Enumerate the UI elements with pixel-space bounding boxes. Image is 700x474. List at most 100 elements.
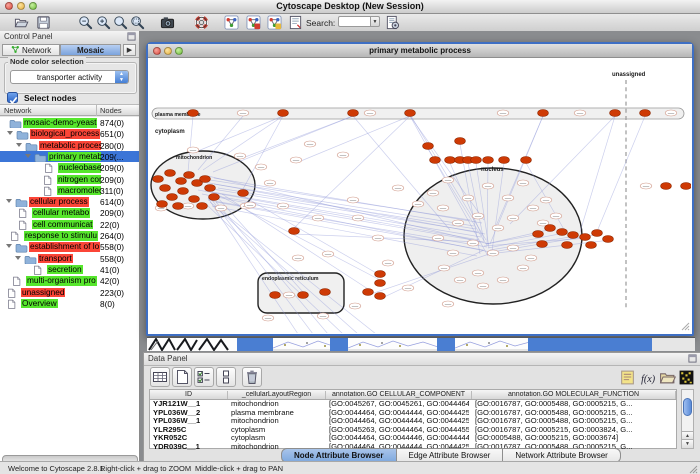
table-scrollbar[interactable]: ▲ ▼ (681, 389, 694, 449)
tree-row[interactable]: establishment of lo558(0) (0, 241, 139, 252)
graph-node-selected[interactable] (165, 170, 176, 177)
graph-node-small[interactable] (502, 195, 514, 201)
graph-node-selected[interactable] (270, 292, 281, 299)
expander-icon[interactable] (15, 256, 21, 260)
graph-node-selected[interactable] (289, 228, 300, 235)
graph-node-selected[interactable] (200, 176, 211, 183)
resize-grip-icon[interactable] (682, 323, 689, 330)
tree-row[interactable]: response to stimulu264(0) (0, 230, 139, 241)
graph-node-small[interactable] (472, 270, 484, 276)
tree-row[interactable]: primary metabo209(... (0, 151, 139, 162)
graph-node-small[interactable] (237, 110, 249, 116)
table-row[interactable]: YKR052Ccytoplasm[GO:0044464, GO:0044446,… (150, 434, 676, 443)
graph-node-selected[interactable] (189, 196, 200, 203)
tree-row[interactable]: cell communicat22(0) (0, 219, 139, 230)
graph-node-selected[interactable] (375, 280, 386, 287)
graph-node-selected[interactable] (209, 194, 220, 201)
expander-icon[interactable] (7, 131, 13, 135)
search-dropdown-arrow[interactable]: ▼ (371, 16, 380, 27)
tab-overflow-arrow[interactable]: ▶ (123, 44, 136, 56)
column-header[interactable]: ID (150, 391, 228, 400)
column-header[interactable]: _cellularLayoutRegion (228, 391, 326, 400)
network-canvas[interactable]: plasma membranecytoplasmmitochondrionnuc… (148, 58, 691, 333)
graph-node-small[interactable] (497, 110, 509, 116)
float-panel-icon[interactable] (127, 32, 136, 43)
graph-node-small[interactable] (487, 250, 499, 256)
tree-row[interactable]: cellular process614(0) (0, 196, 139, 207)
background-window-sliver[interactable] (147, 337, 237, 351)
graph-node-small[interactable] (244, 202, 256, 208)
tree-row[interactable]: Overview8(0) (0, 298, 139, 309)
graph-node-small[interactable] (477, 283, 489, 289)
delete-attribute-icon[interactable] (242, 367, 262, 387)
graph-node-small[interactable] (290, 157, 302, 163)
graph-node-selected[interactable] (188, 110, 199, 117)
graph-node-selected[interactable] (375, 293, 386, 300)
column-header[interactable]: annotation.GO MOLECULAR_FUNCTION (472, 391, 676, 400)
search-config-icon[interactable] (385, 15, 402, 30)
graph-node-selected[interactable] (205, 185, 216, 192)
graph-node-small[interactable] (467, 240, 479, 246)
graph-node-selected[interactable] (538, 110, 549, 117)
graph-node-small[interactable] (507, 215, 519, 221)
select-nodes-checkbox[interactable] (7, 92, 18, 103)
graph-node-small[interactable] (234, 153, 246, 159)
tree-row[interactable]: secretion41(0) (0, 264, 139, 275)
table-row[interactable]: YJR121W__1mitochondrion[GO:0045267, GO:0… (150, 400, 676, 409)
graph-node-selected[interactable] (545, 225, 556, 232)
attribute-matrix-icon[interactable] (678, 369, 695, 386)
graph-node-selected[interactable] (455, 138, 466, 145)
graph-node-small[interactable] (442, 177, 454, 183)
graph-node-selected[interactable] (592, 230, 603, 237)
graph-node-small[interactable] (364, 110, 376, 116)
zoom-fit-icon[interactable] (130, 15, 147, 30)
graph-node-selected[interactable] (562, 242, 573, 249)
graph-node-small[interactable] (507, 245, 519, 251)
graph-node-selected[interactable] (278, 110, 289, 117)
open-icon[interactable] (14, 15, 31, 30)
graph-node-small[interactable] (540, 197, 552, 203)
graph-node-small[interactable] (262, 315, 274, 321)
graph-node-selected[interactable] (521, 157, 532, 164)
graph-node-small[interactable] (527, 205, 539, 211)
background-window-sliver[interactable] (455, 337, 528, 351)
graph-node-small[interactable] (322, 251, 334, 257)
graph-node-selected[interactable] (568, 232, 579, 239)
graph-node-selected[interactable] (603, 236, 614, 243)
snapshot-icon[interactable] (160, 15, 177, 30)
expander-icon[interactable] (6, 199, 12, 203)
graph-node-selected[interactable] (430, 157, 441, 164)
graph-node-small[interactable] (447, 250, 459, 256)
graph-node-small[interactable] (412, 201, 424, 207)
background-window-sliver[interactable] (528, 337, 652, 351)
tree-row[interactable]: transport558(0) (0, 253, 139, 264)
graph-node-selected[interactable] (238, 190, 249, 197)
graph-node-selected[interactable] (375, 271, 386, 278)
background-window-sliver[interactable] (652, 337, 695, 351)
graph-node-small[interactable] (352, 215, 364, 221)
network-view-window[interactable]: primary metabolic process plasma membran… (146, 42, 694, 336)
graph-node-selected[interactable] (557, 229, 568, 236)
graph-node-small[interactable] (292, 255, 304, 261)
graph-node-selected[interactable] (153, 176, 164, 183)
graph-node-selected[interactable] (173, 203, 184, 210)
graph-node-selected[interactable] (681, 183, 691, 190)
table-row[interactable]: YPL036W__2plasma membrane[GO:0044464, GO… (150, 409, 676, 418)
graph-node-selected[interactable] (197, 203, 208, 210)
graph-node-selected[interactable] (533, 231, 544, 238)
graph-node-selected[interactable] (157, 201, 168, 208)
graph-node-small[interactable] (525, 255, 537, 261)
graph-node-small[interactable] (312, 215, 324, 221)
graph-node-selected[interactable] (610, 110, 621, 117)
expander-icon[interactable] (6, 244, 12, 248)
graph-node-small[interactable] (665, 110, 677, 116)
resize-grip-icon[interactable] (688, 464, 698, 474)
notepad-icon[interactable] (619, 369, 636, 386)
search-input[interactable] (338, 16, 371, 27)
graph-node-small[interactable] (517, 265, 529, 271)
graph-node-small[interactable] (462, 195, 474, 201)
graph-node-selected[interactable] (640, 110, 651, 117)
graph-node-small[interactable] (550, 213, 562, 219)
tree-row[interactable]: macromolecule311(0) (0, 185, 139, 196)
scroll-down-icon[interactable]: ▼ (682, 439, 693, 448)
